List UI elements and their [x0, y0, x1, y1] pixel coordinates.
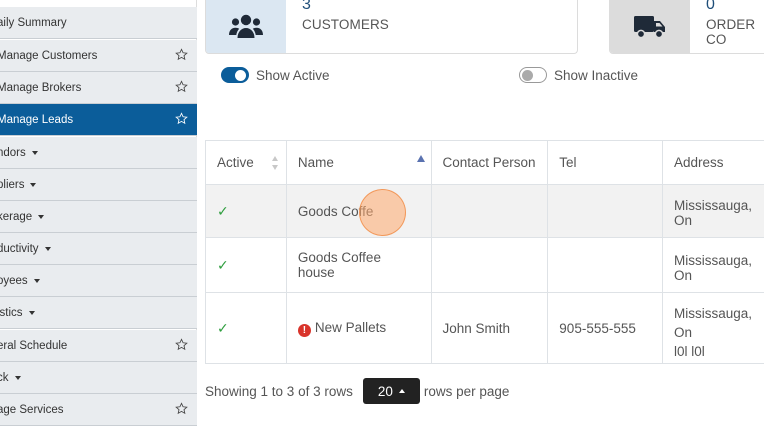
customers-caption: CUSTOMERS: [302, 17, 389, 32]
active-cell: ✓: [205, 237, 287, 293]
orders-caption: ORDER CO: [706, 17, 756, 47]
tel-cell: [547, 237, 663, 293]
show-inactive-toggle[interactable]: Show Inactive: [519, 67, 638, 83]
lead-name: New Pallets: [314, 319, 387, 335]
column-header-name[interactable]: Name: [285, 140, 432, 185]
column-header-address[interactable]: Address: [662, 140, 764, 185]
rows-per-page-label: rows per page: [423, 383, 510, 399]
star-icon[interactable]: [175, 48, 188, 61]
table-row[interactable]: ✓ ! New Pallets John Smith 905-555-555 Mi…: [205, 292, 764, 364]
sidebar-item-vendors[interactable]: ndors: [0, 137, 197, 169]
page-size-dropdown[interactable]: 20: [362, 378, 420, 404]
tel-cell: [547, 184, 663, 238]
orders-card[interactable]: 0 ORDER CO: [609, 0, 764, 54]
address-cell: Mississauga, On: [662, 184, 764, 238]
active-switch[interactable]: [221, 67, 249, 83]
users-icon: [229, 14, 263, 38]
sidebar-item-daily-summary[interactable]: aily Summary: [0, 7, 197, 39]
sidebar-item-label: age Services: [0, 403, 64, 416]
caret-down-icon: [33, 278, 40, 283]
check-icon: ✓: [217, 202, 229, 219]
sidebar-item-general-schedule[interactable]: eral Schedule: [0, 330, 197, 362]
table-header-row: Active Name Contact Person Tel Address: [205, 140, 764, 185]
pagination-summary: Showing 1 to 3 of 3 rows: [205, 383, 353, 399]
sidebar-item-label: istics: [0, 306, 23, 319]
show-inactive-label: Show Inactive: [554, 67, 639, 83]
sidebar-item-label: pliers: [0, 178, 25, 191]
name-cell[interactable]: Goods Coffee house: [285, 237, 432, 293]
customers-icon-box: [206, 0, 286, 53]
sidebar-item-label: aily Summary: [0, 16, 67, 29]
sort-ascending-icon[interactable]: [416, 155, 425, 162]
check-icon: ✓: [217, 256, 229, 273]
sort-icon[interactable]: [271, 156, 278, 170]
sidebar-item-label: oyees: [0, 274, 28, 287]
orders-icon-box: [610, 0, 690, 53]
sidebar-item-manage-customers[interactable]: Manage Customers: [0, 40, 197, 72]
address-line-1: Mississauga, On: [674, 305, 753, 340]
caret-down-icon: [44, 246, 51, 251]
caret-down-icon: [30, 182, 37, 187]
sidebar-item-productivity[interactable]: ductivity: [0, 233, 197, 265]
sidebar-item-suppliers[interactable]: pliers: [0, 169, 197, 201]
tel-cell: 905-555-555: [547, 292, 663, 364]
pagination: Showing 1 to 3 of 3 rows 20 rows per pag…: [205, 378, 509, 404]
active-cell: ✓: [205, 292, 287, 364]
show-active-toggle[interactable]: Show Active: [221, 67, 330, 83]
sidebar-item-label: Manage Brokers: [0, 81, 82, 94]
sidebar-item-label: Manage Customers: [0, 49, 98, 62]
sidebar-item-manage-brokers[interactable]: Manage Brokers: [0, 72, 197, 104]
customers-card[interactable]: 3 CUSTOMERS: [205, 0, 578, 54]
caret-down-icon: [38, 214, 45, 219]
caret-down-icon: [31, 150, 38, 155]
sidebar-item-brokerage[interactable]: kerage: [0, 201, 197, 233]
orders-count: 0: [706, 0, 715, 13]
sidebar-item-employees[interactable]: oyees: [0, 265, 197, 297]
star-icon[interactable]: [175, 80, 188, 93]
column-header-contact-person[interactable]: Contact Person: [430, 140, 549, 185]
sidebar: aily Summary Manage Customers Manage Bro…: [0, 0, 197, 426]
star-icon[interactable]: [175, 112, 188, 125]
address-cell: Mississauga, On l0l l0l: [662, 292, 764, 364]
sidebar-item-label: kerage: [0, 210, 33, 223]
customers-count: 3: [302, 0, 311, 13]
star-icon[interactable]: [175, 402, 188, 415]
sidebar-item-manage-leads[interactable]: Manage Leads: [0, 104, 197, 136]
contact-cell: John Smith: [430, 292, 549, 364]
active-cell: ✓: [205, 184, 287, 238]
inactive-switch[interactable]: [519, 67, 547, 83]
column-header-tel[interactable]: Tel: [547, 140, 663, 185]
page-size-value: 20: [377, 383, 393, 399]
sidebar-item-label: ck: [0, 371, 9, 384]
truck-icon: [634, 16, 665, 39]
table-row[interactable]: ✓ Goods Coffe Mississauga, On: [205, 184, 764, 238]
address-cell: Mississauga, On: [662, 237, 764, 293]
show-active-label: Show Active: [256, 67, 330, 83]
column-header-active[interactable]: Active: [205, 140, 287, 185]
caret-down-icon: [28, 310, 35, 315]
star-icon[interactable]: [175, 338, 188, 351]
address-line-2: l0l l0l: [674, 343, 705, 359]
sidebar-item-label: eral Schedule: [0, 339, 68, 352]
sidebar-item-track[interactable]: ck: [0, 362, 197, 394]
leads-table: Active Name Contact Person Tel Address ✓…: [205, 140, 764, 364]
cursor-highlight: [359, 189, 406, 236]
contact-cell: [430, 184, 549, 238]
caret-up-icon: [398, 389, 405, 393]
sidebar-item-label: ductivity: [0, 242, 39, 255]
caret-down-icon: [14, 375, 21, 380]
table-row[interactable]: ✓ Goods Coffee house Mississauga, On: [205, 237, 764, 293]
sidebar-item-logistics[interactable]: istics: [0, 297, 197, 329]
check-icon: ✓: [217, 319, 229, 336]
alert-icon: !: [297, 323, 311, 337]
sidebar-item-label: ndors: [0, 146, 26, 159]
sidebar-item-manage-services[interactable]: age Services: [0, 394, 197, 426]
contact-cell: [430, 237, 549, 293]
sidebar-item-label: Manage Leads: [0, 113, 74, 126]
name-cell[interactable]: ! New Pallets: [285, 292, 432, 364]
